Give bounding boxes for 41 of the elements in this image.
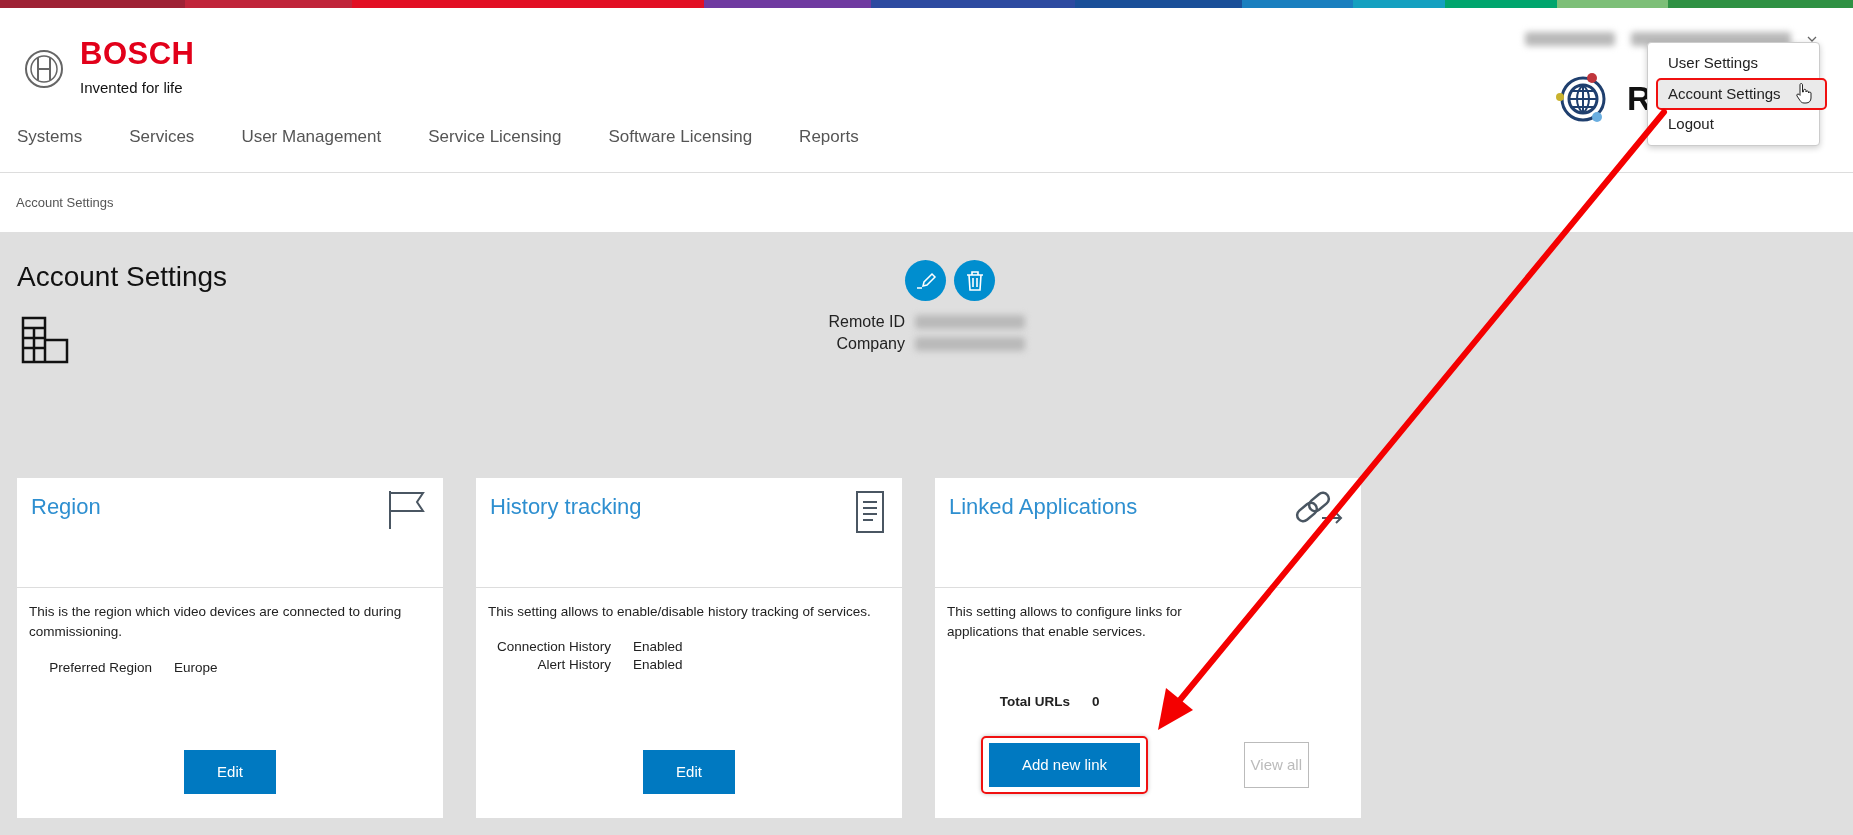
card-description: This setting allows to enable/disable history tracking of services. — [488, 603, 872, 621]
brand-name: BOSCH — [80, 38, 195, 69]
nav-link[interactable]: Service Licensing — [428, 124, 562, 150]
breadcrumb-item[interactable]: Account Settings — [16, 192, 114, 213]
card-title: Linked Applications — [949, 493, 1138, 521]
page-title: Account Settings — [17, 260, 229, 294]
action-button[interactable]: Edit — [643, 750, 735, 794]
nav-link[interactable]: Software Licensing — [608, 124, 753, 150]
nav-link[interactable]: Systems — [17, 124, 83, 150]
brand-logo-icon — [24, 48, 64, 89]
card-title: Region — [31, 493, 101, 521]
menu-item[interactable]: Logout — [1648, 110, 1819, 139]
card-description: This setting allows to configure links for applications that enable services. — [947, 603, 1183, 642]
setting-label: Alert History — [536, 656, 611, 675]
delete-button[interactable] — [954, 260, 995, 301]
field-label: Company — [835, 334, 905, 354]
setting-label: Connection History — [495, 638, 611, 657]
nav-link[interactable]: Reports — [799, 124, 859, 150]
flag-icon — [388, 490, 426, 530]
brand-tagline: Invented for life — [80, 78, 184, 98]
trash-icon — [964, 269, 985, 292]
setting-label: Total URLs — [998, 692, 1070, 711]
setting-value: 0 — [1092, 692, 1100, 711]
edit-button[interactable] — [905, 260, 946, 301]
caret-icon[interactable] — [1807, 36, 1817, 42]
hand-cursor-icon — [1796, 81, 1812, 104]
setting-value: Europe — [174, 658, 218, 677]
action-button[interactable]: Add new link — [989, 743, 1141, 787]
menu-item[interactable]: Account Settings — [1656, 77, 1827, 110]
field-label: Remote ID — [827, 312, 905, 332]
setting-value: Enabled — [633, 638, 683, 657]
nav-link[interactable]: Services — [129, 124, 195, 150]
menu-item[interactable]: User Settings — [1648, 49, 1819, 78]
building-icon — [21, 316, 69, 364]
action-button[interactable]: Edit — [184, 750, 276, 794]
nav-link[interactable]: User Management — [241, 124, 382, 150]
card-title: History tracking — [490, 493, 642, 521]
setting-value: Enabled — [633, 656, 683, 675]
document-icon — [855, 490, 885, 534]
card-description: This is the region which video devices are connected to during commissioning. — [29, 603, 403, 642]
setting-label: Preferred Region — [48, 658, 152, 677]
